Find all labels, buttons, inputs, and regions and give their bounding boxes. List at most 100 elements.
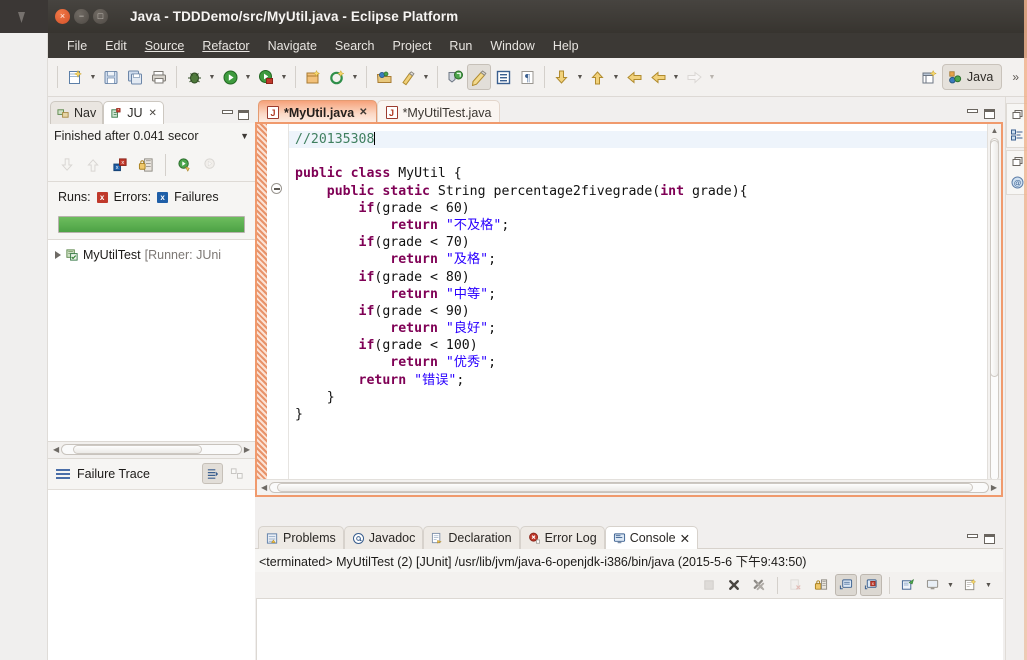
tab-console[interactable]: Console ✕ — [604, 526, 699, 549]
menu-run[interactable]: Run — [440, 37, 481, 55]
restore-icon[interactable] — [1010, 108, 1025, 123]
outline-view-icon[interactable] — [1010, 128, 1025, 143]
save-icon[interactable] — [99, 64, 123, 90]
run-external-tools-icon[interactable] — [254, 64, 278, 90]
code-line[interactable]: if(grade < 100) — [295, 337, 987, 354]
code-line[interactable]: return "良好"; — [295, 320, 987, 337]
fold-collapse-icon[interactable] — [271, 183, 282, 194]
debug-dropdown-arrow[interactable]: ▼ — [206, 64, 218, 90]
new-java-class-icon[interactable] — [325, 64, 349, 90]
close-window-button[interactable]: × — [55, 9, 70, 24]
code-line[interactable]: public static String percentage2fivegrad… — [295, 183, 987, 200]
close-icon[interactable]: ✕ — [149, 108, 157, 119]
show-failures-only-icon[interactable]: x x — [108, 153, 132, 177]
expander-triangle-icon[interactable] — [55, 251, 61, 259]
code-line[interactable]: if(grade < 90) — [295, 303, 987, 320]
scrollbar-thumb[interactable] — [72, 445, 202, 454]
print-icon[interactable] — [147, 64, 171, 90]
editor-annotation-ruler[interactable] — [257, 124, 267, 495]
view-tab-nav[interactable]: Nav — [50, 101, 104, 124]
back-icon[interactable] — [622, 64, 646, 90]
code-line[interactable]: return "优秀"; — [295, 354, 987, 371]
debug-icon[interactable] — [182, 64, 206, 90]
close-icon[interactable]: ✕ — [680, 531, 690, 546]
pin-console-icon[interactable] — [897, 574, 919, 596]
toolbar-overflow-chevron[interactable]: » — [1008, 70, 1023, 84]
scroll-up-arrow-icon[interactable]: ▲ — [991, 126, 999, 135]
code-line[interactable]: return "错误"; — [295, 372, 987, 389]
code-line[interactable]: return "及格"; — [295, 251, 987, 268]
new-java-class-dropdown-arrow[interactable]: ▼ — [349, 64, 361, 90]
restore-icon[interactable] — [1010, 155, 1025, 170]
filter-stack-trace-icon[interactable] — [202, 463, 223, 484]
tab-javadoc[interactable]: Javadoc — [343, 526, 424, 549]
code-line[interactable]: } — [295, 389, 987, 406]
code-text[interactable]: //20135308 public class MyUtil { public s… — [289, 124, 987, 495]
tree-row[interactable]: MyUtilTest [Runner: JUni — [48, 246, 255, 264]
show-tests-in-hierarchy-icon[interactable] — [134, 153, 158, 177]
scroll-right-arrow-icon[interactable]: ▶ — [242, 445, 252, 454]
view-tab-junit[interactable]: * JU ✕ — [103, 101, 164, 124]
open-console-icon[interactable] — [960, 574, 982, 596]
menu-navigate[interactable]: Navigate — [259, 37, 326, 55]
tab-error-log[interactable]: Error Log — [519, 526, 605, 549]
previous-failure-icon[interactable] — [82, 153, 106, 177]
search-icon[interactable] — [396, 64, 420, 90]
previous-annotation-dropdown-arrow[interactable]: ▼ — [610, 64, 622, 90]
console-output-area[interactable] — [256, 598, 1003, 660]
run-icon[interactable] — [218, 64, 242, 90]
code-line[interactable]: } — [295, 406, 987, 423]
scroll-left-arrow-icon[interactable]: ◀ — [259, 483, 269, 492]
perspective-java-button[interactable]: Java — [941, 64, 1003, 90]
scrollbar-thumb[interactable] — [277, 483, 974, 492]
editor-tab-myutiltest[interactable]: J *MyUtilTest.java — [376, 100, 501, 124]
show-console-on-output-icon[interactable] — [835, 574, 857, 596]
menu-file[interactable]: File — [58, 37, 96, 55]
forward-dropdown-arrow[interactable]: ▼ — [670, 64, 682, 90]
code-line[interactable]: public class MyUtil { — [295, 165, 987, 182]
code-line[interactable]: //20135308 — [289, 131, 987, 149]
compare-result-icon[interactable] — [226, 463, 247, 484]
remove-all-terminated-icon[interactable] — [748, 574, 770, 596]
code-line[interactable]: if(grade < 60) — [295, 200, 987, 217]
code-line[interactable] — [295, 148, 987, 165]
open-console-dropdown-arrow[interactable]: ▼ — [985, 582, 995, 589]
maximize-console-button[interactable] — [984, 534, 995, 544]
previous-annotation-icon[interactable] — [586, 64, 610, 90]
maximize-window-button[interactable]: □ — [93, 9, 108, 24]
code-line[interactable]: if(grade < 80) — [295, 269, 987, 286]
show-block-selection-icon[interactable]: ¶ — [515, 64, 539, 90]
code-line[interactable]: return "不及格"; — [295, 217, 987, 234]
search-dropdown-arrow[interactable]: ▼ — [420, 64, 432, 90]
maximize-view-button[interactable] — [238, 110, 249, 120]
vertical-scrollbar-thumb[interactable] — [990, 140, 999, 378]
editor-folding-gutter[interactable] — [267, 124, 289, 495]
next-annotation-dropdown-arrow[interactable]: ▼ — [574, 64, 586, 90]
new-wizard-dropdown-arrow[interactable]: ▼ — [87, 64, 99, 90]
chevron-down-icon[interactable]: ▼ — [240, 131, 249, 141]
minimize-view-button[interactable] — [222, 110, 233, 114]
editor-tab-myutil[interactable]: J *MyUtil.java ✕ — [258, 100, 377, 124]
toggle-mark-occurrences-icon[interactable] — [467, 64, 491, 90]
minimize-window-button[interactable]: − — [74, 9, 89, 24]
maximize-editor-button[interactable] — [984, 109, 995, 119]
show-console-on-error-icon[interactable]: x — [860, 574, 882, 596]
menu-window[interactable]: Window — [481, 37, 543, 55]
minimize-console-button[interactable] — [967, 534, 978, 538]
new-java-package-icon[interactable] — [301, 64, 325, 90]
open-perspective-icon[interactable] — [918, 64, 942, 90]
show-whitespace-icon[interactable] — [491, 64, 515, 90]
scroll-left-arrow-icon[interactable]: ◀ — [51, 445, 61, 454]
new-wizard-icon[interactable] — [63, 64, 87, 90]
junit-horizontal-scrollbar[interactable]: ◀ ▶ — [48, 440, 255, 458]
forward-icon[interactable] — [646, 64, 670, 90]
editor-horizontal-scrollbar[interactable]: ◀ ▶ — [257, 479, 1001, 495]
last-edit-location-icon[interactable] — [443, 64, 467, 90]
open-type-icon[interactable] — [372, 64, 396, 90]
display-selected-console-dropdown-arrow[interactable]: ▼ — [947, 582, 957, 589]
junit-results-tree[interactable]: MyUtilTest [Runner: JUni — [48, 239, 255, 441]
menu-help[interactable]: Help — [544, 37, 588, 55]
run-dropdown-arrow[interactable]: ▼ — [242, 64, 254, 90]
menu-search[interactable]: Search — [326, 37, 384, 55]
editor-vertical-scrollbar[interactable]: ▲ ▼ — [987, 124, 1001, 495]
